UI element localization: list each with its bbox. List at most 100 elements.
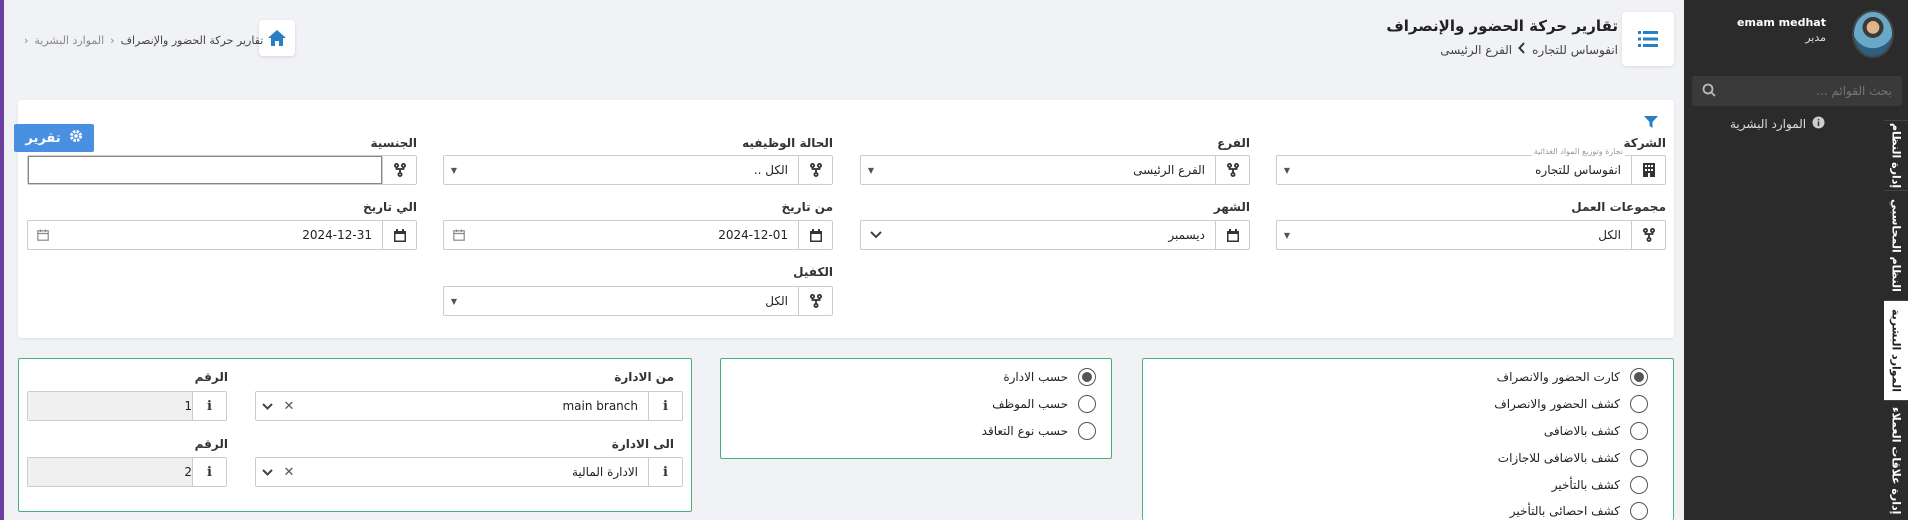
tab-system-admin[interactable]: إدارة النظام: [1884, 120, 1908, 190]
sidebar-item-hr[interactable]: الموارد البشرية: [1730, 112, 1898, 136]
menu-search-input[interactable]: [1692, 76, 1902, 106]
chevron-down-icon[interactable]: [256, 468, 278, 476]
report-button[interactable]: تقرير: [14, 124, 94, 152]
group-by-option[interactable]: حسب الموظف: [992, 395, 1096, 413]
report-type-option[interactable]: كشف الحضور والانصراف: [1494, 395, 1648, 413]
option-label: كشف بالاضافى: [1543, 424, 1620, 438]
radio-button[interactable]: [1630, 368, 1648, 386]
from-department-select[interactable]: i main branch ✕: [255, 391, 683, 421]
company-select[interactable]: تجارة وتوزيع المواد الغذائية انفوساس للت…: [1276, 147, 1666, 185]
calendar-outline-icon[interactable]: [444, 229, 474, 241]
info-circle-icon: [1812, 116, 1825, 132]
branch-select[interactable]: الفرع الرئيسى ▼: [860, 155, 1250, 185]
calendar-outline-icon[interactable]: [28, 229, 58, 241]
company-label: الشركة: [1623, 136, 1666, 150]
from-number-label: الرقم: [194, 370, 228, 384]
report-type-option[interactable]: كشف بالاضافى للاجازات: [1498, 449, 1648, 467]
tab-accounting[interactable]: النظام المحاسبي: [1884, 190, 1908, 300]
info-icon[interactable]: i: [648, 458, 682, 486]
filter-panel: [18, 100, 1674, 338]
sponsor-label: الكفيل: [793, 265, 833, 279]
filter-icon[interactable]: [1644, 116, 1658, 131]
radio-button[interactable]: [1078, 368, 1096, 386]
tab-hr[interactable]: الموارد البشرية: [1884, 300, 1908, 400]
branch-label: الفرع: [1217, 136, 1250, 150]
info-icon[interactable]: i: [192, 458, 226, 486]
job-status-select[interactable]: الكل .. ▼: [443, 155, 833, 185]
from-date-label: من تاريخ: [781, 200, 833, 214]
tab-crm[interactable]: إدارة علاقات العملاء: [1884, 400, 1908, 520]
option-label: كارت الحضور والانصراف: [1496, 370, 1620, 384]
building-icon: [1631, 156, 1665, 184]
report-type-option[interactable]: كشف احصائى بالتأخير: [1510, 502, 1648, 520]
to-date-field[interactable]: 2024-12-31: [27, 220, 417, 250]
month-label: الشهر: [1213, 200, 1250, 214]
caret-down-icon: ▼: [450, 165, 458, 175]
calendar-icon: [1215, 221, 1249, 249]
radio-button[interactable]: [1630, 476, 1648, 494]
work-groups-select[interactable]: الكل ▼: [1276, 220, 1666, 250]
from-department-value: main branch: [562, 399, 638, 413]
option-label: كشف بالاضافى للاجازات: [1497, 451, 1620, 465]
branch-fork-icon: [798, 287, 832, 315]
nationality-value[interactable]: [28, 156, 382, 184]
option-label: حسب الموظف: [992, 397, 1068, 411]
sponsor-value: الكل: [765, 294, 788, 308]
chevron-left-icon: [1518, 42, 1526, 57]
user-name: emam medhat: [1737, 16, 1826, 29]
menu-toggle-button[interactable]: [1622, 12, 1674, 66]
search-icon: [1702, 83, 1716, 100]
list-icon: [1638, 31, 1658, 47]
job-status-value: الكل ..: [753, 163, 788, 177]
group-by-option[interactable]: حسب نوع التعاقد: [982, 422, 1096, 440]
branch-fork-icon: [1631, 221, 1665, 249]
clear-icon[interactable]: ✕: [278, 465, 300, 480]
breadcrumb: تقارير حركة الحضور والإنصراف ‹ الموارد ا…: [24, 34, 263, 47]
sponsor-select[interactable]: الكل ▼: [443, 286, 833, 316]
caret-down-icon: ▼: [867, 165, 875, 175]
report-type-option[interactable]: كشف بالاضافى: [1544, 422, 1648, 440]
company-hint: تجارة وتوزيع المواد الغذائية: [1531, 147, 1625, 156]
branch-fork-icon: [382, 156, 416, 184]
breadcrumb-current: تقارير حركة الحضور والإنصراف: [120, 34, 264, 47]
clear-icon[interactable]: ✕: [278, 399, 300, 414]
radio-button[interactable]: [1630, 449, 1648, 467]
sidebar-item-label: الموارد البشرية: [1730, 117, 1807, 131]
option-label: كشف بالتأخير: [1551, 478, 1620, 492]
chevron-down-icon: [861, 231, 891, 239]
calendar-icon: [798, 221, 832, 249]
from-number-value: 1: [28, 392, 192, 420]
gear-icon: [69, 129, 83, 147]
company-name[interactable]: انفوساس للتجاره: [1532, 43, 1618, 57]
option-label: كشف الحضور والانصراف: [1494, 397, 1620, 411]
radio-button[interactable]: [1078, 422, 1096, 440]
info-icon[interactable]: i: [648, 392, 682, 420]
breadcrumb-parent[interactable]: الموارد البشرية: [34, 34, 104, 47]
month-select[interactable]: ديسمبر: [860, 220, 1250, 250]
report-type-option[interactable]: كشف بالتأخير: [1552, 476, 1648, 494]
avatar[interactable]: [1852, 10, 1894, 58]
to-department-select[interactable]: i الادارة المالية ✕: [255, 457, 683, 487]
to-date-label: الي تاريخ: [362, 200, 417, 214]
branch-value: الفرع الرئيسى: [1133, 163, 1205, 177]
branch-name[interactable]: الفرع الرئيسى: [1440, 43, 1512, 57]
report-type-option[interactable]: كارت الحضور والانصراف: [1497, 368, 1648, 386]
from-date-field[interactable]: 2024-12-01: [443, 220, 833, 250]
radio-button[interactable]: [1630, 395, 1648, 413]
from-department-label: من الادارة: [614, 370, 674, 384]
from-number-field[interactable]: i 1: [27, 391, 227, 421]
home-button[interactable]: [259, 20, 295, 56]
from-date-value: 2024-12-01: [718, 228, 788, 242]
radio-button[interactable]: [1630, 502, 1648, 520]
nationality-select[interactable]: [27, 155, 417, 185]
radio-button[interactable]: [1630, 422, 1648, 440]
info-icon[interactable]: i: [192, 392, 226, 420]
group-by-option[interactable]: حسب الادارة: [1003, 368, 1096, 386]
radio-button[interactable]: [1078, 395, 1096, 413]
chevron-down-icon[interactable]: [256, 402, 278, 410]
option-label: كشف احصائى بالتأخير: [1509, 504, 1620, 518]
caret-down-icon: ▼: [1283, 165, 1291, 175]
to-number-field[interactable]: i 2: [27, 457, 227, 487]
user-role: مدير: [1805, 31, 1826, 44]
to-number-label: الرقم: [194, 437, 228, 451]
